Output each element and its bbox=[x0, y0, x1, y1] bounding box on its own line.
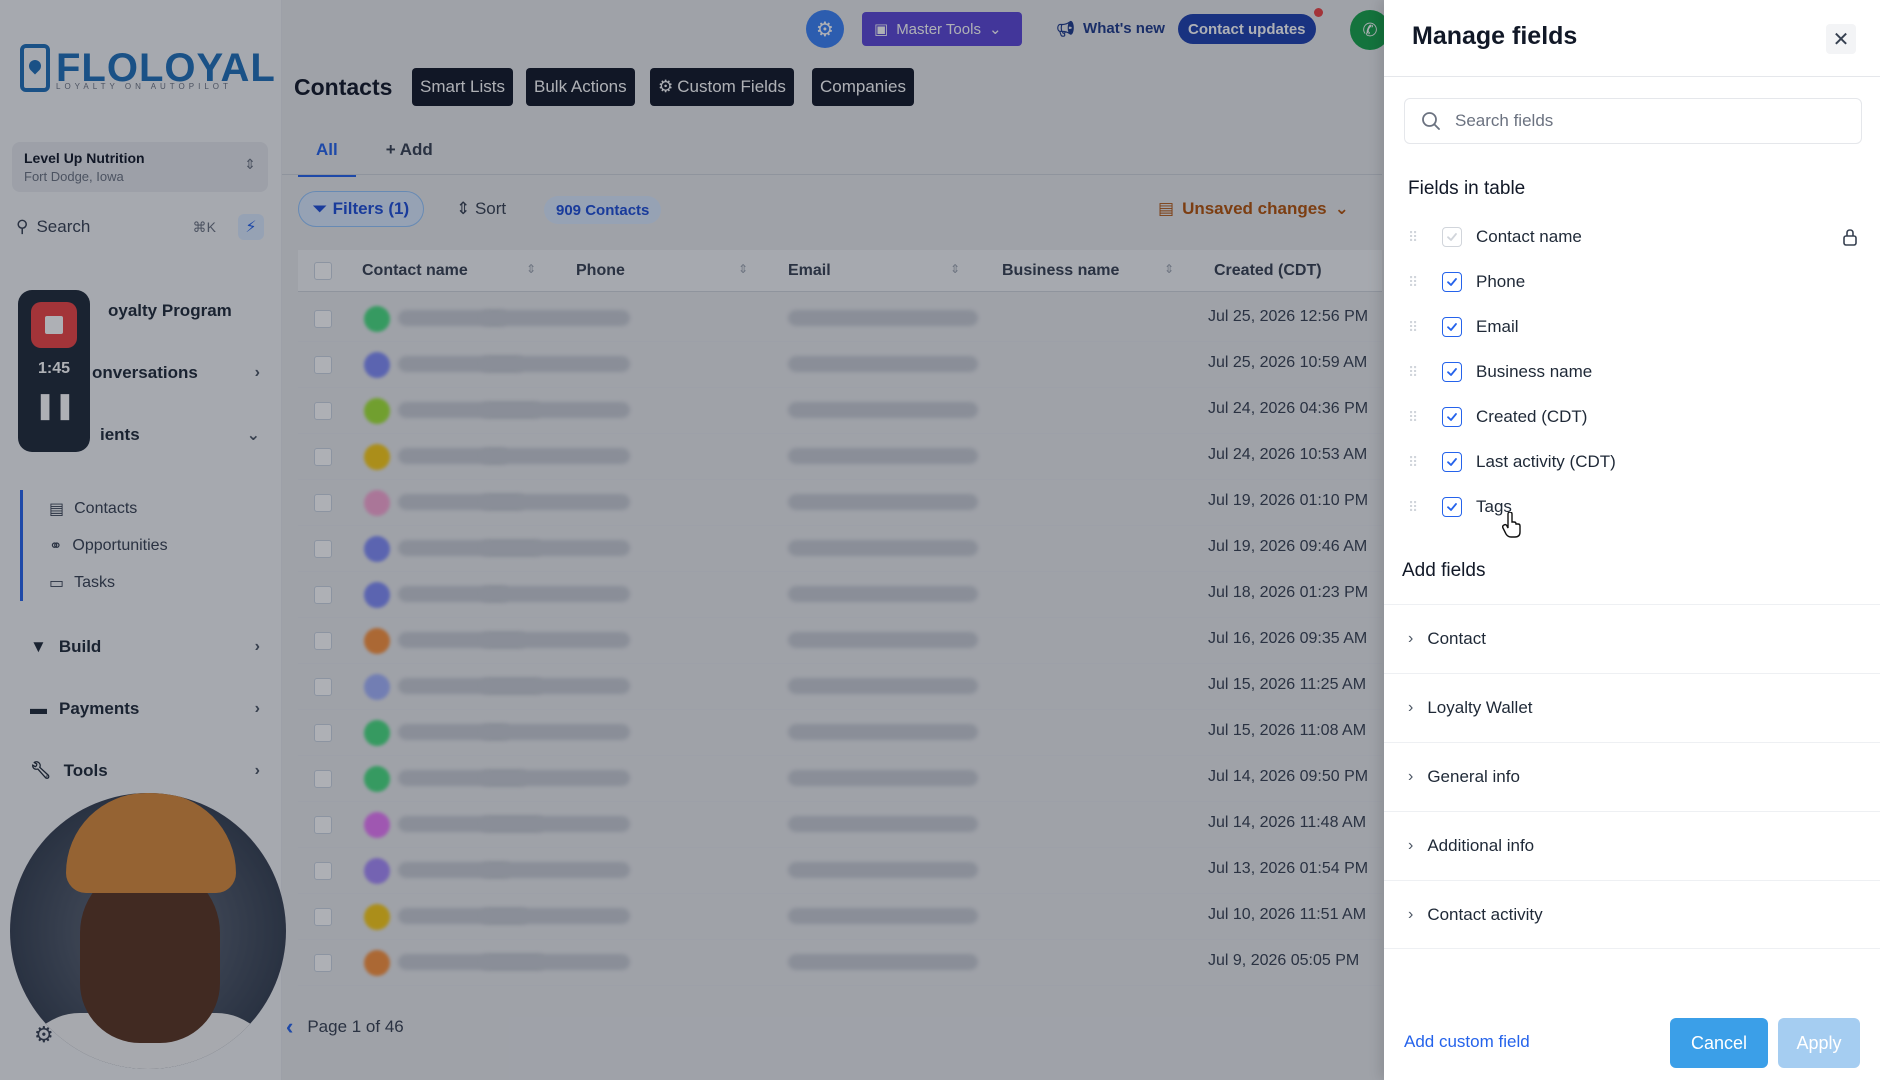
field-checkbox[interactable] bbox=[1442, 407, 1462, 427]
chevron-right-icon: › bbox=[1408, 836, 1414, 854]
field-label: Business name bbox=[1476, 362, 1593, 381]
field-group-accordion[interactable]: › Contact bbox=[1384, 604, 1880, 672]
divider bbox=[1384, 76, 1880, 77]
add-custom-field-link[interactable]: Add custom field bbox=[1404, 1032, 1530, 1052]
drag-handle-icon[interactable]: ⠿ bbox=[1408, 453, 1420, 471]
field-checkbox[interactable] bbox=[1442, 317, 1462, 337]
field-group-label: Contact activity bbox=[1427, 904, 1543, 924]
search-icon bbox=[1422, 112, 1440, 130]
field-label: Contact name bbox=[1476, 227, 1582, 246]
close-icon[interactable]: ✕ bbox=[1826, 24, 1856, 54]
field-row[interactable]: ⠿ Business name bbox=[1408, 357, 1858, 387]
field-checkbox[interactable] bbox=[1442, 362, 1462, 382]
field-group-label: Loyalty Wallet bbox=[1427, 697, 1533, 717]
field-row[interactable]: ⠿ Last activity (CDT) bbox=[1408, 447, 1858, 477]
apply-button[interactable]: Apply bbox=[1778, 1018, 1860, 1068]
field-group-label: General info bbox=[1427, 766, 1520, 786]
field-checkbox bbox=[1442, 227, 1462, 247]
field-label: Last activity (CDT) bbox=[1476, 452, 1616, 471]
drag-handle-icon[interactable]: ⠿ bbox=[1408, 228, 1420, 246]
field-checkbox[interactable] bbox=[1442, 452, 1462, 472]
panel-title: Manage fields bbox=[1412, 22, 1578, 50]
drag-handle-icon[interactable]: ⠿ bbox=[1408, 273, 1420, 291]
drag-handle-icon[interactable]: ⠿ bbox=[1408, 318, 1420, 336]
field-row[interactable]: ⠿ Tags bbox=[1408, 492, 1858, 522]
lock-icon bbox=[1843, 229, 1857, 246]
field-group-label: Additional info bbox=[1427, 835, 1535, 855]
chevron-right-icon: › bbox=[1408, 767, 1414, 785]
field-group-accordion[interactable]: › Contact activity bbox=[1384, 880, 1880, 948]
field-checkbox[interactable] bbox=[1442, 272, 1462, 292]
divider bbox=[1384, 948, 1880, 949]
chevron-right-icon: › bbox=[1408, 698, 1414, 716]
field-row[interactable]: ⠿ Phone bbox=[1408, 267, 1858, 297]
field-row[interactable]: ⠿ Created (CDT) bbox=[1408, 402, 1858, 432]
chevron-right-icon: › bbox=[1408, 905, 1414, 923]
field-row[interactable]: ⠿ Email bbox=[1408, 312, 1858, 342]
hand-cursor-icon bbox=[1502, 512, 1521, 538]
fields-in-table-heading: Fields in table bbox=[1408, 178, 1526, 199]
search-fields-box bbox=[1404, 98, 1862, 144]
field-group-accordion[interactable]: › Loyalty Wallet bbox=[1384, 673, 1880, 741]
modal-overlay[interactable] bbox=[0, 0, 1384, 1080]
field-row[interactable]: ⠿ Contact name bbox=[1408, 222, 1858, 252]
field-label: Email bbox=[1476, 317, 1519, 336]
field-checkbox[interactable] bbox=[1442, 497, 1462, 517]
field-label: Created (CDT) bbox=[1476, 407, 1588, 426]
drag-handle-icon[interactable]: ⠿ bbox=[1408, 498, 1420, 516]
field-label: Phone bbox=[1476, 272, 1526, 291]
search-fields-input[interactable] bbox=[1455, 111, 1835, 131]
field-group-accordion[interactable]: › General info bbox=[1384, 742, 1880, 810]
cancel-button[interactable]: Cancel bbox=[1670, 1018, 1768, 1068]
chevron-right-icon: › bbox=[1408, 629, 1414, 647]
add-fields-heading: Add fields bbox=[1402, 560, 1486, 581]
field-group-accordion[interactable]: › Additional info bbox=[1384, 811, 1880, 879]
drag-handle-icon[interactable]: ⠿ bbox=[1408, 363, 1420, 381]
manage-fields-panel: Manage fields ✕ Fields in table ⠿ Contact… bbox=[1384, 0, 1880, 1080]
field-group-label: Contact bbox=[1427, 628, 1486, 648]
drag-handle-icon[interactable]: ⠿ bbox=[1408, 408, 1420, 426]
